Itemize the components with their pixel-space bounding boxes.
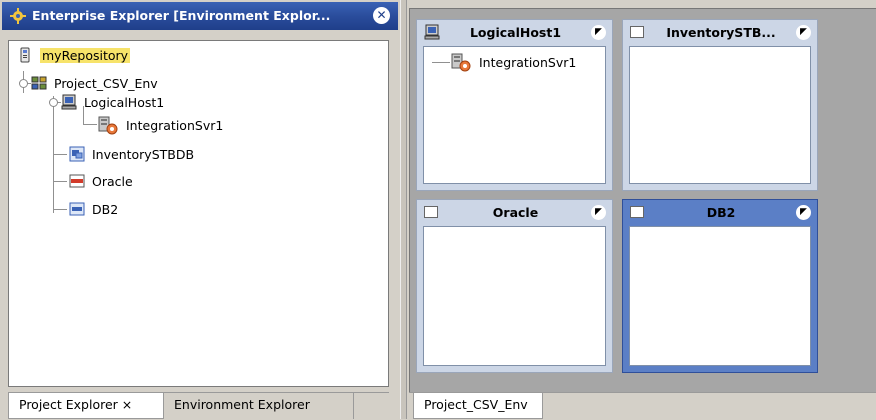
inventory-box-title: InventorySTB... [666, 25, 776, 40]
computer-icon [61, 94, 77, 110]
db2-box-title: DB2 [706, 205, 736, 220]
tab-project-csv-env[interactable]: Project_CSV_Env [413, 393, 543, 419]
oracle-box[interactable]: Oracle ◤ [416, 199, 613, 373]
tree-item-db2[interactable]: DB2 [69, 198, 118, 220]
explorer-tab-bar: Project Explorer × Environment Explorer [8, 392, 389, 420]
environment-tree[interactable]: myRepository Project_CSV_Env LogicalHost… [8, 40, 389, 387]
repository-icon [20, 47, 30, 63]
db2-icon [69, 202, 85, 216]
collapse-icon[interactable]: ◤ [591, 205, 606, 220]
tree-item-inventory[interactable]: InventorySTBDB [69, 143, 194, 165]
logical-host-box[interactable]: LogicalHost1 ◤ IntegrationSvr1 [416, 19, 613, 191]
canvas-label-integration-server: IntegrationSvr1 [479, 54, 577, 70]
tab-project-explorer[interactable]: Project Explorer × [8, 393, 164, 419]
box-checkbox [630, 26, 644, 38]
logical-host-box-body: IntegrationSvr1 [423, 46, 606, 184]
database-icon [69, 146, 85, 162]
close-icon[interactable]: ✕ [373, 7, 390, 24]
inventory-box-body [629, 46, 811, 184]
expand-toggle-environment[interactable] [19, 79, 28, 88]
environment-canvas[interactable]: LogicalHost1 ◤ IntegrationSvr1 Inventory… [409, 8, 876, 392]
oracle-box-body [423, 226, 606, 366]
db2-box-body [629, 226, 811, 366]
collapse-icon[interactable]: ◤ [796, 205, 811, 220]
tab-environment-explorer[interactable]: Environment Explorer [164, 393, 354, 419]
integration-server-icon [98, 116, 118, 135]
environment-icon [31, 76, 47, 90]
tree-label-db2: DB2 [92, 201, 119, 217]
oracle-icon [69, 174, 85, 188]
inventory-box[interactable]: InventorySTB... ◤ [622, 19, 818, 191]
tree-label-inventory: InventorySTBDB [92, 146, 195, 162]
tree-item-oracle[interactable]: Oracle [69, 170, 133, 192]
canvas-item-integration-server[interactable]: IntegrationSvr1 [450, 51, 576, 73]
oracle-box-title: Oracle [492, 205, 539, 220]
canvas-tab-bar: Project_CSV_Env [409, 392, 876, 420]
logical-host-box-header[interactable]: LogicalHost1 ◤ [417, 20, 612, 46]
integration-server-icon [451, 53, 471, 72]
logical-host-box-title: LogicalHost1 [469, 25, 562, 40]
box-checkbox [424, 206, 438, 218]
explorer-title-bar[interactable]: Enterprise Explorer [Environment Explor.… [2, 2, 398, 30]
tree-item-integration-server[interactable]: IntegrationSvr1 [97, 114, 223, 136]
tree-item-logical-host[interactable]: LogicalHost1 [61, 91, 164, 113]
tree-label-integration-server: IntegrationSvr1 [126, 117, 224, 133]
tree-label-oracle: Oracle [92, 173, 133, 189]
tree-label-environment: Project_CSV_Env [54, 75, 158, 91]
expand-toggle-logical-host[interactable] [49, 98, 58, 107]
computer-icon [424, 24, 440, 40]
collapse-icon[interactable]: ◤ [591, 25, 606, 40]
db2-box-header[interactable]: DB2 ◤ [623, 200, 817, 226]
collapse-icon[interactable]: ◤ [796, 25, 811, 40]
explorer-icon [10, 8, 26, 24]
oracle-box-header[interactable]: Oracle ◤ [417, 200, 612, 226]
tree-item-repository[interactable]: myRepository [17, 44, 131, 66]
box-checkbox [630, 206, 644, 218]
db2-box[interactable]: DB2 ◤ [622, 199, 818, 373]
tree-label-repository: myRepository [40, 47, 131, 63]
panel-splitter[interactable] [400, 0, 407, 419]
explorer-title: Enterprise Explorer [Environment Explor.… [32, 8, 331, 23]
tree-label-logical-host: LogicalHost1 [84, 94, 165, 110]
inventory-box-header[interactable]: InventorySTB... ◤ [623, 20, 817, 46]
enterprise-explorer-panel: Enterprise Explorer [Environment Explor.… [0, 0, 400, 419]
